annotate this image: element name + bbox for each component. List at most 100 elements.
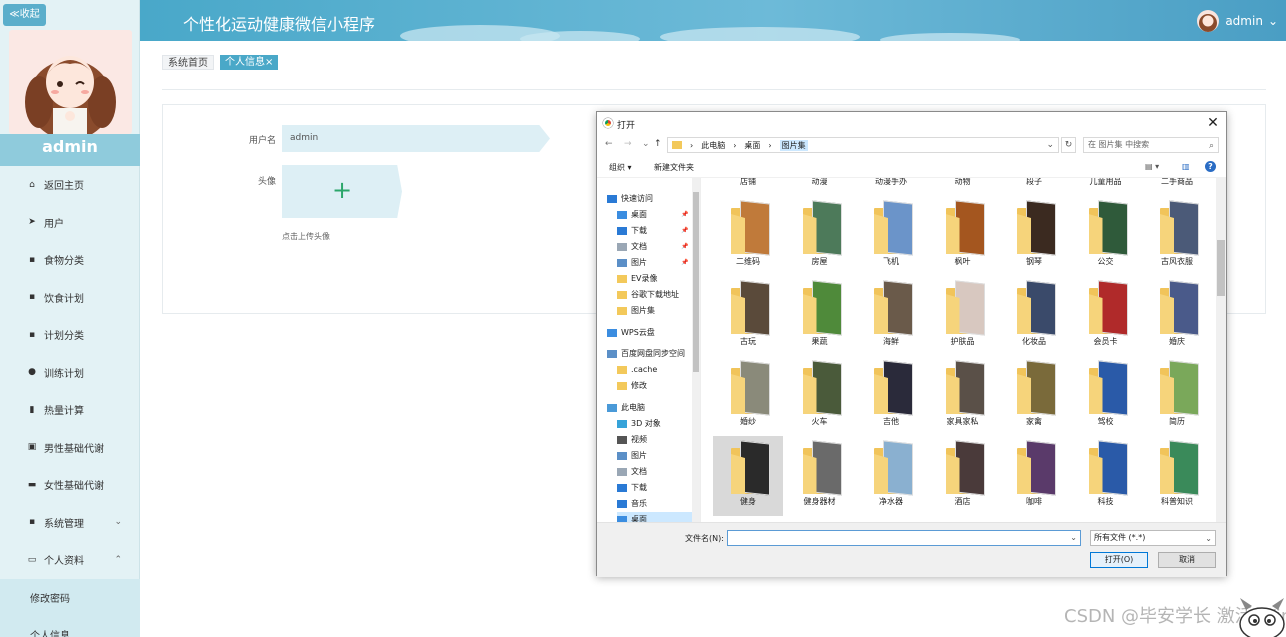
folder-item[interactable]: 动物 bbox=[928, 178, 998, 196]
tree-item[interactable]: 百度网盘同步空间 bbox=[607, 346, 685, 361]
sidebar-item[interactable]: ● 训练计划 bbox=[0, 354, 140, 392]
tree-item[interactable]: 音乐 bbox=[617, 496, 647, 511]
grid-scrollbar-thumb[interactable] bbox=[1217, 240, 1225, 296]
organize-button[interactable]: 组织 ▾ bbox=[609, 162, 632, 173]
tree-scrollbar-thumb[interactable] bbox=[693, 192, 699, 372]
tree-item[interactable]: 快速访问 bbox=[607, 191, 653, 206]
tree-item[interactable]: 文档 bbox=[617, 464, 647, 479]
folder-item[interactable]: 咖啡 bbox=[999, 436, 1069, 516]
header-user-menu[interactable]: admin ⌄ bbox=[1197, 10, 1278, 32]
tree-item[interactable]: WPS云盘 bbox=[607, 325, 655, 340]
tree-item[interactable]: 视频 bbox=[617, 432, 647, 447]
username-field[interactable]: admin bbox=[282, 125, 550, 152]
grid-scrollbar[interactable] bbox=[1216, 178, 1226, 522]
recent-dropdown-icon[interactable]: ⌄ bbox=[642, 139, 650, 149]
collapse-button[interactable]: ≪收起 bbox=[3, 4, 46, 26]
folder-item[interactable]: 家具家私 bbox=[928, 356, 998, 436]
tree-item[interactable]: EV录像 bbox=[617, 271, 658, 286]
tree-item[interactable]: 桌面 bbox=[617, 512, 700, 522]
folder-item[interactable]: 简历 bbox=[1142, 356, 1212, 436]
tree-item[interactable]: 图片集 bbox=[617, 303, 655, 318]
up-arrow-icon[interactable]: ↑ bbox=[654, 139, 662, 149]
folder-item[interactable]: 海鲜 bbox=[856, 276, 926, 356]
sidebar-item[interactable]: ▪ 饮食计划 bbox=[0, 279, 140, 317]
filetype-select[interactable]: 所有文件 (*.*) ⌄ bbox=[1090, 530, 1216, 546]
tree-item[interactable]: 下载 bbox=[617, 480, 647, 495]
sidebar-item[interactable]: ▮ 热量计算 bbox=[0, 391, 140, 429]
tab-home[interactable]: 系统首页 bbox=[162, 55, 214, 70]
folder-item[interactable]: 段子 bbox=[999, 178, 1069, 196]
sidebar-item[interactable]: ▬ 女性基础代谢 bbox=[0, 466, 140, 504]
view-options-icon[interactable]: ▤ ▾ bbox=[1145, 162, 1159, 171]
breadcrumb-item-current[interactable]: 图片集 bbox=[779, 139, 808, 151]
folder-item[interactable]: 会员卡 bbox=[1071, 276, 1141, 356]
folder-item[interactable]: 钢琴 bbox=[999, 196, 1069, 276]
chevron-down-icon[interactable]: ⌄ bbox=[1070, 533, 1077, 542]
folder-item[interactable]: 净水器 bbox=[856, 436, 926, 516]
forward-arrow-icon[interactable]: → bbox=[624, 139, 632, 149]
folder-item[interactable]: 健身器材 bbox=[785, 436, 855, 516]
sidebar-item[interactable]: ▣ 男性基础代谢 bbox=[0, 429, 140, 467]
folder-item[interactable]: 吉他 bbox=[856, 356, 926, 436]
open-button[interactable]: 打开(O) bbox=[1090, 552, 1148, 568]
tree-item[interactable]: 修改 bbox=[617, 378, 647, 393]
breadcrumb-item[interactable]: 桌面 bbox=[744, 140, 760, 151]
folder-item[interactable]: 科技 bbox=[1071, 436, 1141, 516]
folder-item[interactable]: 驾校 bbox=[1071, 356, 1141, 436]
folder-item[interactable]: 火车 bbox=[785, 356, 855, 436]
tree-item[interactable]: 桌面 📌 bbox=[617, 207, 688, 222]
tab-profile[interactable]: 个人信息× bbox=[220, 55, 279, 70]
refresh-icon[interactable]: ↻ bbox=[1061, 137, 1076, 153]
folder-item[interactable]: 护肤品 bbox=[928, 276, 998, 356]
sidebar-item[interactable]: ⌂ 返回主页 bbox=[0, 166, 140, 204]
sidebar-item[interactable]: ▭ 个人资料 ⌃ bbox=[0, 541, 140, 579]
avatar-upload-button[interactable]: + bbox=[282, 165, 402, 218]
folder-item[interactable]: 婚纱 bbox=[713, 356, 783, 436]
breadcrumb-item[interactable]: 此电脑 bbox=[701, 140, 725, 151]
close-button[interactable]: ✕ bbox=[1204, 114, 1222, 132]
preview-pane-icon[interactable]: ▥ bbox=[1182, 162, 1190, 171]
cancel-button[interactable]: 取消 bbox=[1158, 552, 1216, 568]
filename-input[interactable]: ⌄ bbox=[727, 530, 1081, 546]
folder-item[interactable]: 古玩 bbox=[713, 276, 783, 356]
folder-item[interactable]: 二维码 bbox=[713, 196, 783, 276]
folder-item[interactable]: 家禽 bbox=[999, 356, 1069, 436]
folder-item[interactable]: 健身 bbox=[713, 436, 783, 516]
submenu-item[interactable]: 修改密码 bbox=[0, 579, 140, 617]
tree-item[interactable]: 3D 对象 bbox=[617, 416, 661, 431]
help-icon[interactable]: ? bbox=[1205, 161, 1216, 172]
new-folder-button[interactable]: 新建文件夹 bbox=[654, 162, 694, 173]
folder-item[interactable]: 动漫手办 bbox=[856, 178, 926, 196]
sidebar-item[interactable]: ➤ 用户 bbox=[0, 204, 140, 242]
folder-item[interactable]: 二手商品 bbox=[1142, 178, 1212, 196]
search-input[interactable]: 在 图片集 中搜索 ⌕ bbox=[1083, 137, 1219, 153]
tree-item[interactable]: 文档 📌 bbox=[617, 239, 688, 254]
tree-item[interactable]: 此电脑 bbox=[607, 400, 645, 415]
folder-item[interactable]: 公交 bbox=[1071, 196, 1141, 276]
submenu-item[interactable]: 个人信息 bbox=[0, 616, 140, 637]
folder-item[interactable]: 化妆品 bbox=[999, 276, 1069, 356]
folder-item[interactable]: 枫叶 bbox=[928, 196, 998, 276]
folder-item[interactable]: 动漫 bbox=[785, 178, 855, 196]
folder-item[interactable]: 店铺 bbox=[713, 178, 783, 196]
folder-item[interactable]: 房屋 bbox=[785, 196, 855, 276]
address-bar[interactable]: › 此电脑 › 桌面 › 图片集 ⌄ bbox=[667, 137, 1059, 153]
chevron-down-icon[interactable]: ⌄ bbox=[1046, 140, 1054, 150]
back-arrow-icon[interactable]: ← bbox=[605, 139, 613, 149]
folder-item[interactable]: 果蔬 bbox=[785, 276, 855, 356]
folder-item[interactable]: 古风衣服 bbox=[1142, 196, 1212, 276]
tree-item[interactable]: .cache bbox=[617, 362, 657, 377]
folder-item[interactable]: 婚庆 bbox=[1142, 276, 1212, 356]
folder-item[interactable]: 科普知识 bbox=[1142, 436, 1212, 516]
folder-item[interactable]: 飞机 bbox=[856, 196, 926, 276]
sidebar-item[interactable]: ▪ 系统管理 ⌄ bbox=[0, 504, 140, 542]
tree-item[interactable]: 图片 📌 bbox=[617, 255, 688, 270]
folder-label: 科普知识 bbox=[1161, 497, 1193, 506]
folder-item[interactable]: 儿童用品 bbox=[1071, 178, 1141, 196]
tree-item[interactable]: 图片 bbox=[617, 448, 647, 463]
folder-item[interactable]: 酒店 bbox=[928, 436, 998, 516]
tree-item[interactable]: 谷歌下载地址 bbox=[617, 287, 679, 302]
sidebar-item[interactable]: ▪ 计划分类 bbox=[0, 316, 140, 354]
sidebar-item[interactable]: ▪ 食物分类 bbox=[0, 241, 140, 279]
tree-item[interactable]: 下载 📌 bbox=[617, 223, 688, 238]
